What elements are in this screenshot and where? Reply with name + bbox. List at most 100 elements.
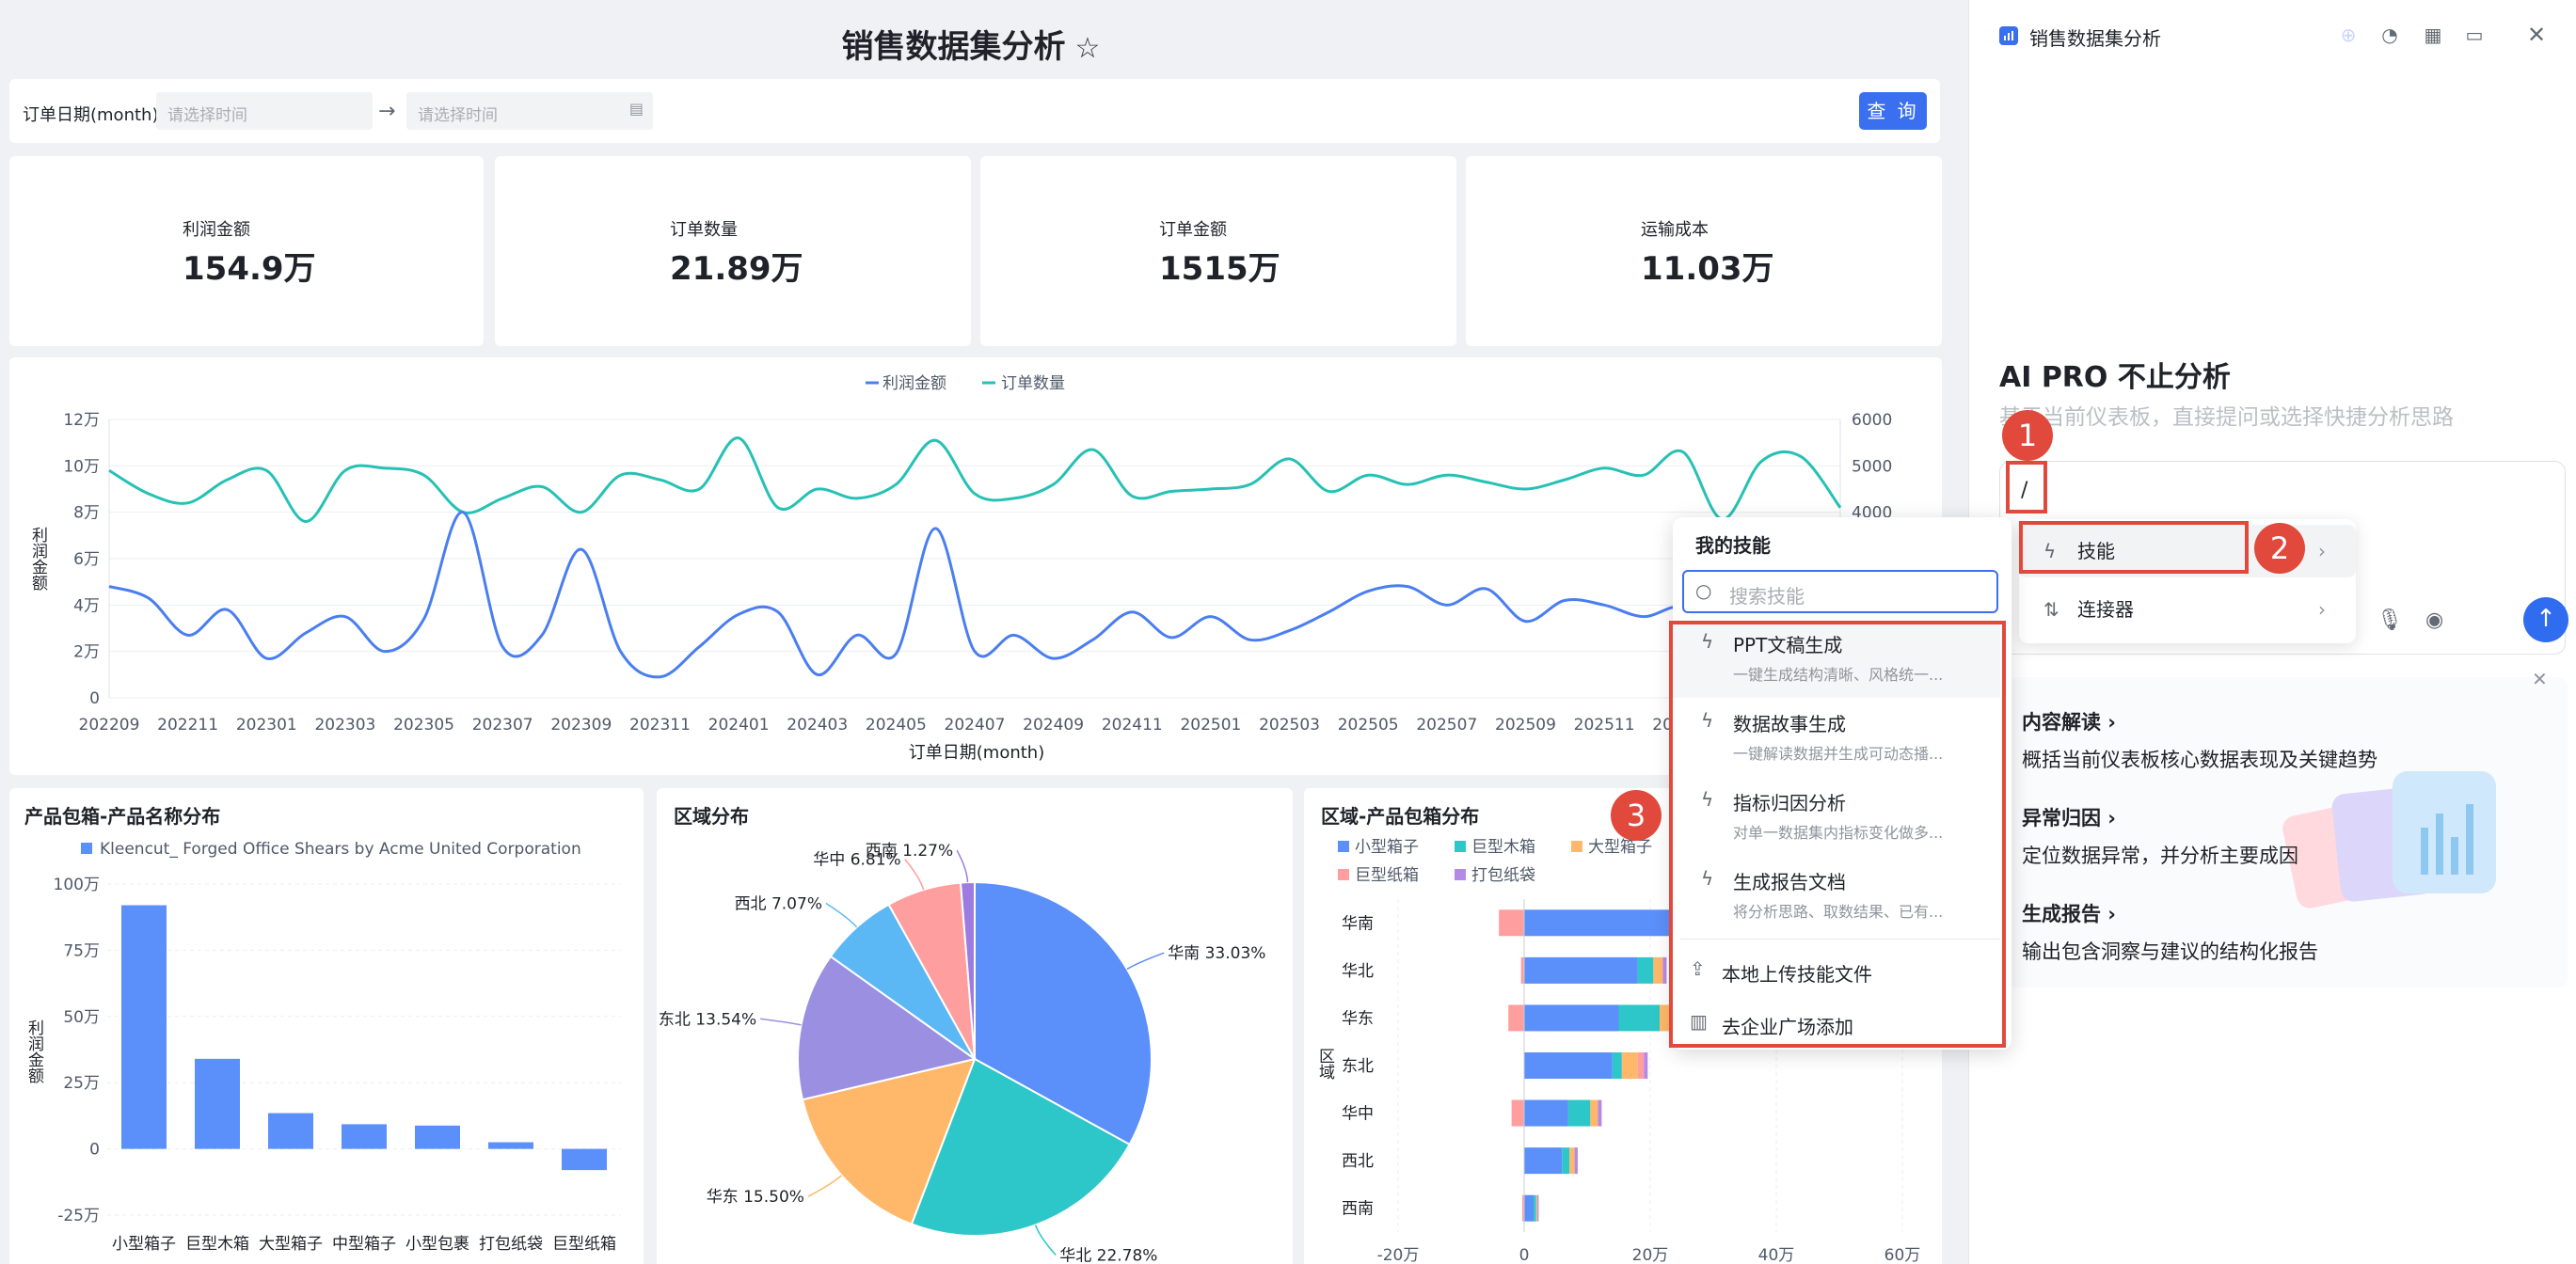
bar-y-axis-label: 利润金额 — [24, 1019, 44, 1083]
send-button[interactable]: ↑ — [2523, 597, 2568, 642]
end-date-input[interactable]: 请选择时间 ▤ — [406, 92, 653, 130]
legend-orders[interactable]: 订单数量 — [1001, 374, 1065, 393]
kpi-label: 利润金额 — [183, 220, 250, 240]
hbar-segment[interactable] — [1598, 1099, 1602, 1127]
microphone-icon[interactable]: 🎙 — [2377, 608, 2403, 632]
hbar-segment[interactable] — [1562, 1147, 1570, 1175]
hbar-segment[interactable] — [1524, 1194, 1534, 1222]
start-date-input[interactable]: 请选择时间 — [156, 92, 373, 130]
orders-series-line[interactable] — [108, 436, 1842, 524]
line-x-tick: 202511 — [1574, 716, 1635, 735]
pie-label: 华南 33.03% — [1168, 944, 1265, 963]
feature-title-anomaly[interactable]: 异常归因 › — [2022, 803, 2116, 831]
hbar-y-tick: 华中 — [1342, 1105, 1374, 1124]
bar-x-tick: 小型包裹 — [405, 1235, 469, 1254]
bar-legend-label[interactable]: Kleencut_ Forged Office Shears by Acme U… — [100, 840, 581, 859]
legend-item[interactable]: 大型箱子 — [1588, 838, 1652, 857]
hbar-segment[interactable] — [1524, 1052, 1613, 1079]
hbar-segment[interactable] — [1524, 1147, 1563, 1175]
bar-rect[interactable] — [195, 1058, 240, 1149]
line-x-tick: 202407 — [945, 716, 1006, 735]
bar-rect[interactable] — [342, 1124, 387, 1149]
kpi-card-amount: 订单金额 1515万 — [980, 156, 1456, 346]
hbar-segment[interactable] — [1499, 909, 1524, 937]
bar-rect[interactable] — [562, 1148, 607, 1171]
hbar-segment[interactable] — [1637, 956, 1654, 984]
pie-chart: 华南 33.03% 华北 22.78% 华东 15.50% 东北 13.54% 西北 7… — [659, 842, 1266, 1264]
hbar-segment[interactable] — [1567, 1099, 1591, 1127]
ai-subtitle: 基于当前仪表板，直接提问或选择快捷分析思路 — [1999, 405, 2454, 430]
new-chat-icon[interactable]: ⊕ — [2336, 23, 2361, 47]
bar-x-tick: 巨型纸箱 — [552, 1235, 616, 1254]
line-x-tick: 202401 — [708, 716, 770, 735]
hbar-segment[interactable] — [1511, 1099, 1524, 1127]
skills-popup-title: 我的技能 — [1695, 534, 1771, 557]
step-badge-1: 1 — [2002, 410, 2053, 461]
hbar-segment[interactable] — [1524, 1004, 1619, 1032]
bar-rect[interactable] — [268, 1113, 313, 1149]
legend-item[interactable]: 巨型纸箱 — [1355, 866, 1419, 885]
kpi-card-profit: 利润金额 154.9万 — [9, 156, 484, 346]
history-icon[interactable]: ◔ — [2377, 23, 2402, 47]
hbar-y-tick: 华东 — [1342, 1009, 1374, 1028]
line-left-tick: 0 — [89, 689, 100, 708]
line-x-tick: 202501 — [1180, 716, 1241, 735]
kpi-card-shipping: 运输成本 11.03万 — [1466, 156, 1942, 346]
schedule-icon[interactable]: ▦ — [2421, 23, 2445, 47]
hbar-segment[interactable] — [1637, 1052, 1645, 1079]
ai-panel-title: 销售数据集分析 — [2029, 27, 2161, 50]
bar-rect[interactable] — [121, 905, 167, 1149]
feature-title-interpret[interactable]: 内容解读 › — [2022, 707, 2116, 735]
voice-wave-icon[interactable]: ◉ — [2425, 608, 2443, 632]
profit-series-line[interactable] — [108, 511, 1841, 679]
legend-swatch — [1338, 869, 1349, 880]
hbar-segment[interactable] — [1535, 1194, 1538, 1222]
bar-rect[interactable] — [488, 1142, 533, 1149]
bar-rect[interactable] — [415, 1125, 460, 1149]
legend-profit[interactable]: 利润金额 — [883, 374, 946, 393]
star-icon[interactable]: ☆ — [1075, 32, 1101, 65]
feature-title-text: 生成报告 — [2022, 903, 2101, 925]
query-button[interactable]: 查 询 — [1859, 92, 1927, 130]
hbar-x-tick: 40万 — [1758, 1246, 1795, 1264]
legend-item[interactable]: 巨型木箱 — [1471, 838, 1535, 857]
hbar-segment[interactable] — [1662, 956, 1667, 984]
hbar-segment[interactable] — [1508, 1004, 1524, 1032]
hbar-segment[interactable] — [1653, 956, 1663, 984]
calendar-icon: ▤ — [628, 100, 644, 118]
hbar-segment[interactable] — [1574, 1147, 1578, 1175]
line-right-tick: 6000 — [1852, 411, 1892, 430]
hbar-segment[interactable] — [1524, 956, 1638, 984]
hbar-segment[interactable] — [1520, 956, 1524, 984]
hbar-segment[interactable] — [1534, 1194, 1536, 1222]
hbar-segment[interactable] — [1537, 1194, 1539, 1222]
kpi-label: 订单金额 — [1159, 220, 1227, 240]
pie-label-line — [956, 849, 969, 883]
legend-item[interactable]: 打包纸袋 — [1471, 866, 1535, 885]
hbar-segment[interactable] — [1621, 1052, 1638, 1079]
line-x-axis-label: 订单日期(month) — [909, 743, 1044, 763]
menu-item-connectors[interactable]: ⇅ 连接器 › — [2019, 583, 2356, 636]
end-date-placeholder: 请选择时间 — [418, 106, 498, 125]
hbar-segment[interactable] — [1524, 909, 1676, 937]
feature-title-report[interactable]: 生成报告 › — [2022, 899, 2116, 927]
hbar-y-tick: 华南 — [1342, 914, 1374, 933]
pie-chart-card: 区域分布 华南 33.03% 华北 22.78% 华东 15.50% 东北 13.54… — [657, 788, 1293, 1264]
feature-title-text: 内容解读 — [2022, 711, 2101, 734]
hbar-segment[interactable] — [1612, 1052, 1622, 1079]
skills-search-input[interactable]: ○ 搜索技能 — [1682, 570, 1998, 613]
fullscreen-icon[interactable]: ▭ — [2462, 23, 2487, 47]
legend-item[interactable]: 小型箱子 — [1355, 838, 1419, 857]
hbar-segment[interactable] — [1524, 1099, 1568, 1127]
close-features-icon[interactable]: ✕ — [2532, 668, 2548, 690]
hbar-y-tick: 华北 — [1342, 962, 1374, 981]
bar-x-tick: 巨型木箱 — [185, 1235, 249, 1254]
hbar-segment[interactable] — [1644, 1052, 1648, 1079]
hbar-segment[interactable] — [1590, 1099, 1598, 1127]
close-icon[interactable]: ✕ — [2524, 23, 2549, 47]
hbar-segment[interactable] — [1618, 1004, 1661, 1032]
line-left-tick: 2万 — [73, 643, 100, 662]
pie-label-line — [760, 1018, 802, 1026]
hbar-segment[interactable] — [1569, 1147, 1575, 1175]
pie-label-line — [807, 1175, 843, 1197]
